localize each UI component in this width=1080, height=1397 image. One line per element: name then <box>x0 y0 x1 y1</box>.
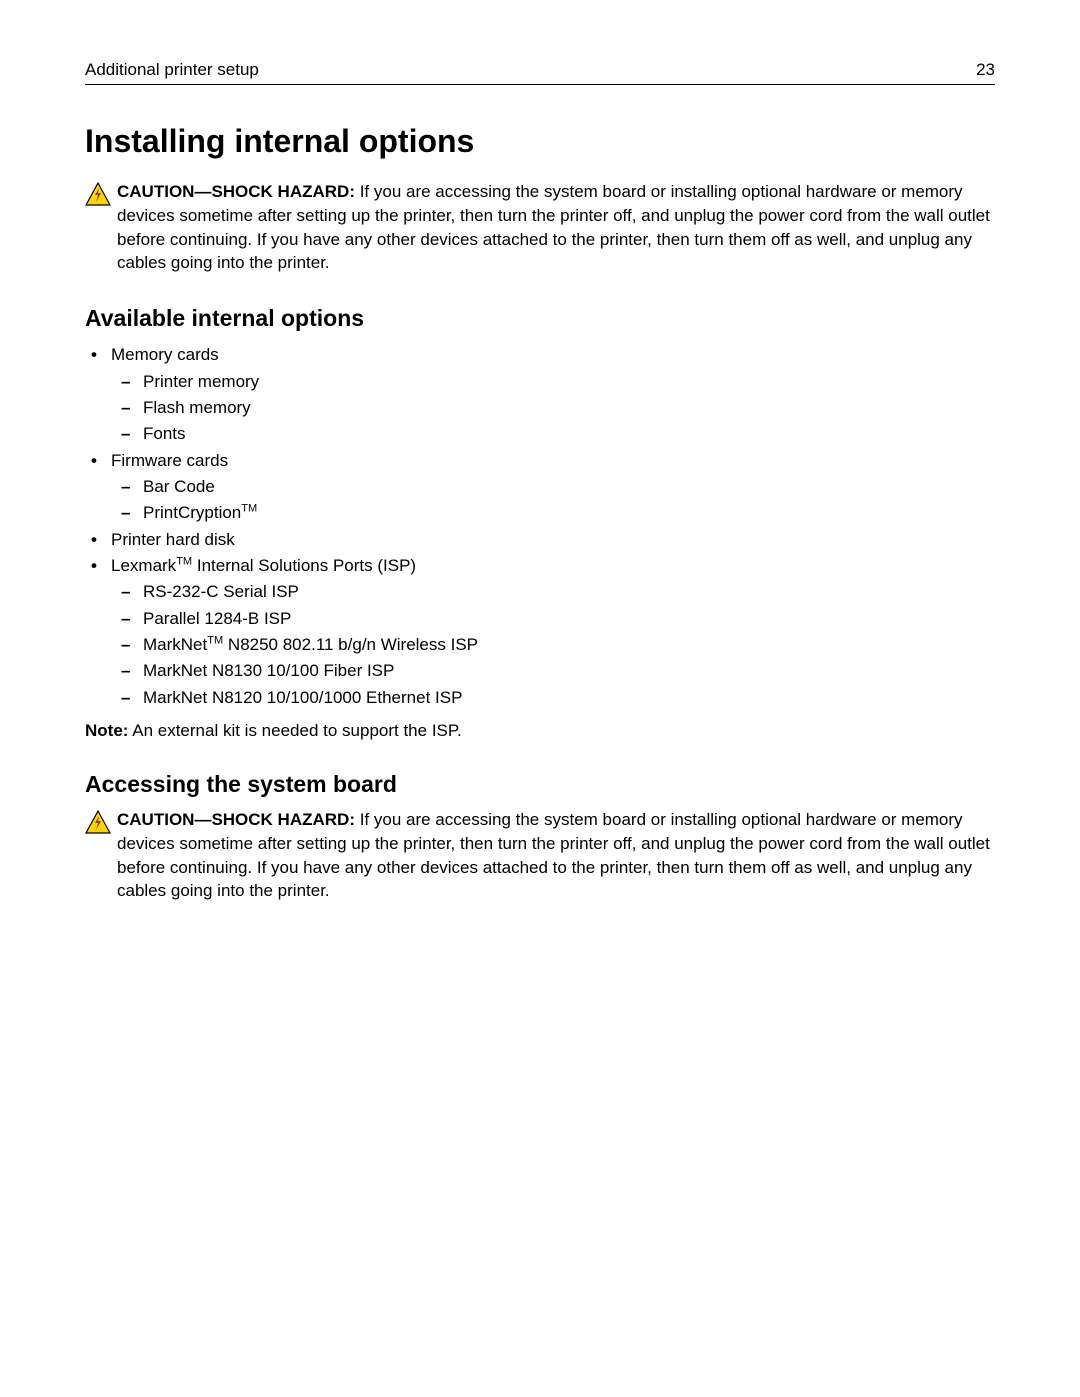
subheading-accessing-board: Accessing the system board <box>85 771 995 798</box>
note-line: Note: An external kit is needed to suppo… <box>85 721 995 741</box>
subheading-available-options: Available internal options <box>85 305 995 332</box>
caution-label: CAUTION—SHOCK HAZARD: <box>117 810 355 829</box>
note-body: An external kit is needed to support the… <box>128 721 461 740</box>
list-item: Firmware cards Bar Code PrintCryptionTM <box>111 448 995 527</box>
caution-label: CAUTION—SHOCK HAZARD: <box>117 182 355 201</box>
caution-text-1: CAUTION—SHOCK HAZARD: If you are accessi… <box>117 180 995 275</box>
list-item: MarkNet N8130 10/100 Fiber ISP <box>143 658 995 684</box>
caution-block-2: CAUTION—SHOCK HAZARD: If you are accessi… <box>85 808 995 903</box>
note-label: Note: <box>85 721 128 740</box>
list-item: Printer memory <box>143 369 995 395</box>
list-item: Printer hard disk <box>111 527 995 553</box>
page-header: Additional printer setup 23 <box>85 60 995 85</box>
caution-block-1: CAUTION—SHOCK HAZARD: If you are accessi… <box>85 180 995 275</box>
page-title: Installing internal options <box>85 123 995 160</box>
shock-hazard-icon <box>85 810 111 839</box>
shock-hazard-icon <box>85 182 111 211</box>
list-item: Bar Code <box>143 474 995 500</box>
list-item: Parallel 1284‑B ISP <box>143 606 995 632</box>
header-section: Additional printer setup <box>85 60 259 80</box>
list-item: Fonts <box>143 421 995 447</box>
options-list: Memory cards Printer memory Flash memory… <box>85 342 995 711</box>
list-item: MarkNetTM N8250 802.11 b/g/n Wireless IS… <box>143 632 995 658</box>
list-item: Memory cards Printer memory Flash memory… <box>111 342 995 447</box>
list-item: MarkNet N8120 10/100/1000 Ethernet ISP <box>143 685 995 711</box>
caution-text-2: CAUTION—SHOCK HAZARD: If you are accessi… <box>117 808 995 903</box>
list-item: Flash memory <box>143 395 995 421</box>
list-item: LexmarkTM Internal Solutions Ports (ISP)… <box>111 553 995 711</box>
page-number: 23 <box>976 60 995 80</box>
list-item: RS‑232‑C Serial ISP <box>143 579 995 605</box>
list-item: PrintCryptionTM <box>143 500 995 526</box>
